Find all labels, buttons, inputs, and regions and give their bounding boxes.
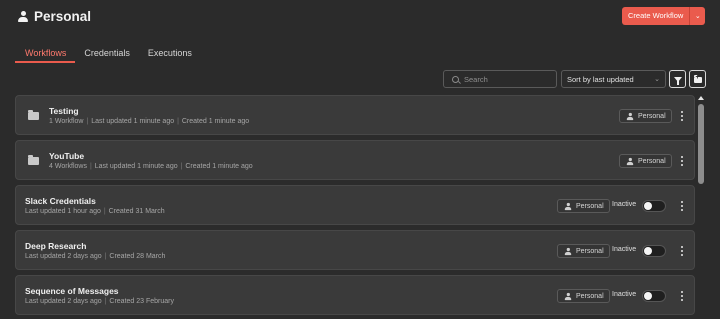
meta-updated: Last updated 2 days ago [25,298,102,305]
owner-badge: Personal [557,289,610,303]
more-options-icon[interactable] [678,244,686,258]
owner-badge-label: Personal [576,292,604,300]
folder-meta: 1 Workflow | Last updated 1 minute ago |… [49,118,250,125]
workflow-meta: Last updated 2 days ago | Created 28 Mar… [25,253,166,260]
folder-icon [28,110,39,120]
folder-title[interactable]: Testing [49,106,79,116]
tab-executions[interactable]: Executions [139,44,201,63]
meta-count: 1 Workflow [49,118,84,125]
meta-created: Created 28 March [109,253,166,260]
active-toggle[interactable] [642,245,666,257]
status-label: Inactive [612,291,637,298]
workflow-card[interactable]: Deep Research Last updated 2 days ago | … [15,230,695,270]
chevron-down-icon: ⌄ [654,76,660,83]
sort-select[interactable]: Sort by last updated ⌄ [561,70,666,88]
meta-created: Created 23 February [109,298,174,305]
workflow-title[interactable]: Slack Credentials [25,196,96,206]
active-toggle[interactable] [642,290,666,302]
more-options-icon[interactable] [678,289,686,303]
owner-badge: Personal [557,199,610,213]
owner-badge: Personal [557,244,610,258]
sort-select-value: Sort by last updated [567,74,634,84]
user-icon [564,247,572,255]
create-options-button[interactable]: ⌄ [689,7,706,25]
folder-meta: 4 Workflows | Last updated 1 minute ago … [49,163,253,170]
folder-card[interactable]: YouTube 4 Workflows | Last updated 1 min… [15,140,695,180]
active-toggle[interactable] [642,200,666,212]
status-label: Inactive [612,201,637,208]
meta-updated: Last updated 1 minute ago [94,163,178,170]
meta-count: 4 Workflows [49,163,87,170]
filter-button[interactable] [669,70,686,88]
owner-badge: Personal [619,109,672,123]
more-options-icon[interactable] [678,109,686,123]
user-icon [564,202,572,210]
owner-badge-label: Personal [576,202,604,210]
page-header: Personal Create Workflow ⌄ [0,0,720,36]
user-icon [564,292,572,300]
tab-credentials[interactable]: Credentials [75,44,139,63]
tab-workflows[interactable]: Workflows [15,44,76,63]
meta-updated: Last updated 1 minute ago [91,118,175,125]
folder-plus-icon [693,74,702,83]
create-workflow-group: Create Workflow ⌄ [622,7,706,25]
add-folder-button[interactable] [689,70,706,88]
meta-updated: Last updated 2 days ago [25,253,102,260]
search-input[interactable] [464,74,554,84]
folder-card[interactable]: Testing 1 Workflow | Last updated 1 minu… [15,95,695,135]
create-workflow-button[interactable]: Create Workflow [622,7,690,25]
more-options-icon[interactable] [678,199,686,213]
owner-badge-label: Personal [576,247,604,255]
folder-title[interactable]: YouTube [49,151,84,161]
user-icon [626,112,634,120]
workflow-title[interactable]: Sequence of Messages [25,286,119,296]
status-label: Inactive [612,246,637,253]
folder-icon [28,155,39,165]
user-icon [18,11,28,22]
owner-badge-label: Personal [638,112,666,120]
workflow-card[interactable]: Slack Credentials Last updated 1 hour ag… [15,185,695,225]
page-title-text: Personal [34,9,92,24]
workflow-meta: Last updated 2 days ago | Created 23 Feb… [25,298,174,305]
scroll-up-icon[interactable] [698,96,704,100]
user-icon [626,157,634,165]
workflow-title[interactable]: Deep Research [25,241,86,251]
workflow-meta: Last updated 1 hour ago | Created 31 Mar… [25,208,165,215]
chevron-down-icon: ⌄ [694,13,701,20]
page-title: Personal [18,9,91,24]
meta-updated: Last updated 1 hour ago [25,208,101,215]
workflow-card[interactable]: Sequence of Messages Last updated 2 days… [15,275,695,315]
search-icon [452,75,459,83]
owner-badge: Personal [619,154,672,168]
search-box[interactable] [443,70,557,88]
scrollbar-thumb[interactable] [698,104,704,184]
tab-bar: Workflows Credentials Executions [15,44,201,64]
meta-created: Created 31 March [108,208,165,215]
list-scrollbar[interactable] [697,95,705,319]
meta-created: Created 1 minute ago [185,163,253,170]
more-options-icon[interactable] [678,154,686,168]
meta-created: Created 1 minute ago [181,118,250,125]
owner-badge-label: Personal [638,157,666,165]
filter-icon [673,76,682,85]
